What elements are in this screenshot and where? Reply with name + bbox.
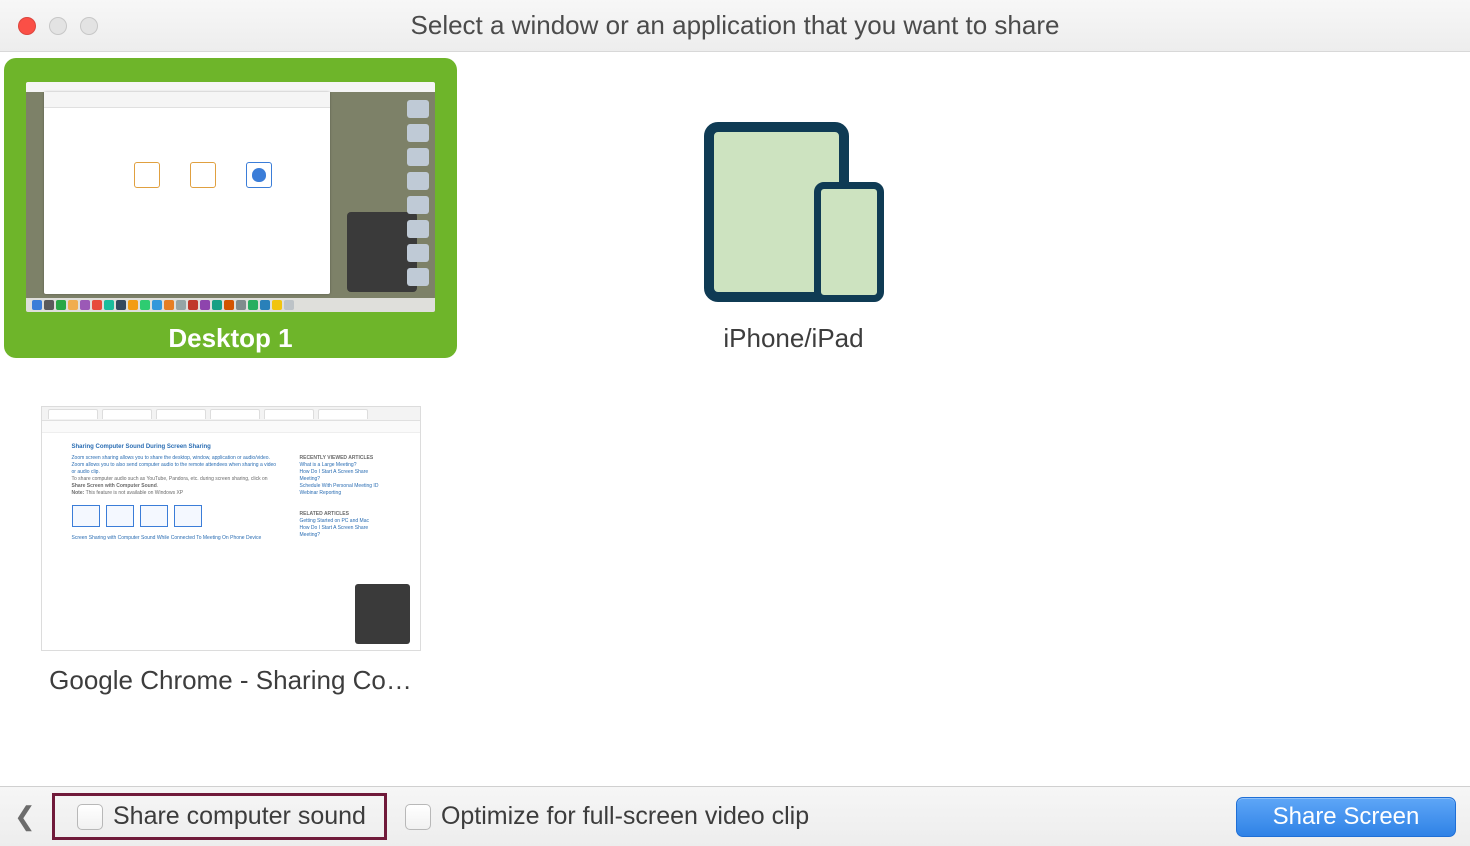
share-option-desktop-1[interactable]: Desktop 1 — [4, 58, 457, 358]
optimize-video-label: Optimize for full-screen video clip — [441, 802, 809, 831]
share-options-area: Desktop 1 iPhone/iPad Sharing Computer S… — [0, 52, 1470, 786]
share-computer-sound-checkbox[interactable]: Share computer sound — [69, 802, 374, 831]
desktop-thumbnail-wrap — [4, 58, 457, 318]
ios-device-icon-wrap — [567, 58, 1020, 318]
chrome-thumbnail: Sharing Computer Sound During Screen Sha… — [41, 406, 421, 651]
window-zoom-button[interactable] — [80, 17, 98, 35]
share-options-row-1: Desktop 1 iPhone/iPad — [4, 58, 1466, 358]
checkbox-box-icon — [405, 804, 431, 830]
share-option-chrome-label: Google Chrome - Sharing Co… — [49, 665, 412, 696]
share-sound-label: Share computer sound — [113, 802, 366, 831]
window-close-button[interactable] — [18, 17, 36, 35]
share-option-google-chrome[interactable]: Sharing Computer Sound During Screen Sha… — [4, 406, 457, 696]
desktop-thumbnail — [26, 82, 435, 312]
checkbox-box-icon — [77, 804, 103, 830]
share-options-row-2: Sharing Computer Sound During Screen Sha… — [4, 406, 1466, 696]
share-option-ios-label: iPhone/iPad — [723, 318, 863, 358]
share-sound-highlight: Share computer sound — [52, 793, 387, 840]
share-screen-button[interactable]: Share Screen — [1236, 797, 1456, 837]
traffic-lights — [18, 17, 98, 35]
share-option-iphone-ipad[interactable]: iPhone/iPad — [567, 58, 1020, 358]
expand-chevron-icon[interactable]: ❮ — [14, 801, 44, 832]
share-option-desktop-label: Desktop 1 — [168, 318, 292, 358]
ipad-iphone-icon — [704, 122, 884, 302]
titlebar: Select a window or an application that y… — [0, 0, 1470, 52]
optimize-video-checkbox[interactable]: Optimize for full-screen video clip — [397, 802, 817, 831]
window-minimize-button[interactable] — [49, 17, 67, 35]
window-title: Select a window or an application that y… — [0, 10, 1470, 41]
footer-bar: ❮ Share computer sound Optimize for full… — [0, 786, 1470, 846]
